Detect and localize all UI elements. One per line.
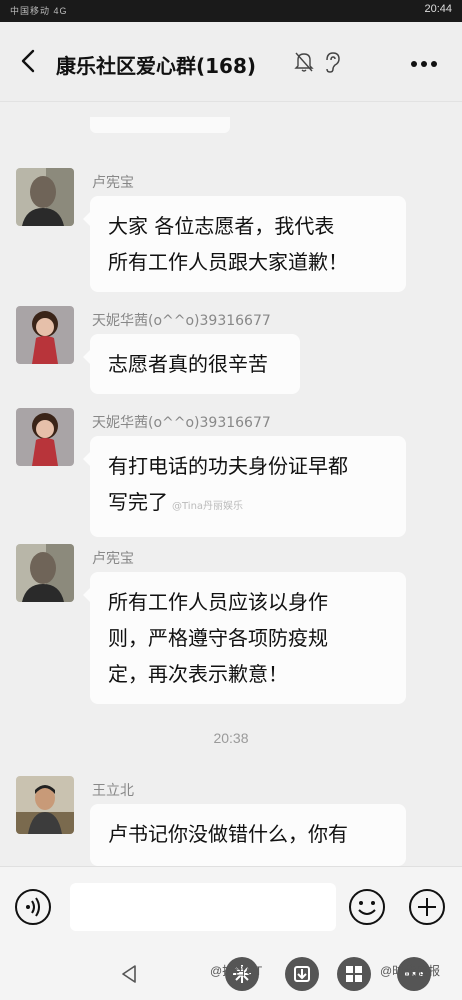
previous-message-fragment — [90, 117, 230, 133]
smile-icon[interactable] — [348, 888, 386, 926]
message-line: 卢书记你没做错什么，你有 — [108, 822, 348, 846]
message-line: 写完了 — [108, 490, 168, 514]
input-bar — [0, 866, 462, 948]
message-input[interactable] — [70, 883, 336, 931]
avatar[interactable] — [16, 408, 74, 466]
message-line: 则，严格遵守各项防疫规 — [108, 626, 328, 650]
chevron-left-icon[interactable] — [14, 46, 44, 76]
message-line: 志愿者真的很辛苦 — [108, 352, 268, 376]
message-bubble[interactable]: 志愿者真的很辛苦 — [83, 334, 300, 394]
message-bubble[interactable]: 所有工作人员应该以身作 则，严格遵守各项防疫规 定，再次表示歉意！ — [83, 572, 406, 704]
sender-name: 卢宪宝 — [92, 551, 134, 567]
sender-name: 天妮华茜(o^^o)39316677 — [92, 415, 271, 431]
avatar[interactable] — [16, 776, 74, 834]
status-bar: 中国移动 4G 20:44 — [0, 0, 462, 22]
carrier-text: 中国移动 4G — [10, 6, 68, 16]
grid-icon[interactable] — [336, 956, 372, 992]
avatar[interactable] — [16, 168, 74, 226]
message-line: 所有工作人员跟大家道歉！ — [108, 250, 348, 274]
avatar[interactable] — [16, 544, 74, 602]
more-horizontal-icon[interactable] — [410, 60, 438, 68]
chat-header: 康乐社区爱心群(168) — [0, 22, 462, 102]
triangle-back-icon[interactable] — [118, 963, 140, 985]
clock: 20:44 — [424, 3, 452, 15]
watermark-left: @拆台CT — [210, 964, 263, 978]
chat-screen: 康乐社区爱心群(168) 卢宪宝 大家 各位志愿者，我代表 所有工作人员跟大家道… — [0, 22, 462, 1000]
sender-name: 天妮华茜(o^^o)39316677 — [92, 313, 271, 329]
message-bubble[interactable]: 有打电话的功夫身份证早都 写完了 @Tina丹丽娱乐 — [83, 436, 406, 537]
bell-off-icon — [294, 52, 314, 72]
voice-icon[interactable] — [14, 888, 52, 926]
avatar[interactable] — [16, 306, 74, 364]
download-icon[interactable] — [284, 956, 320, 992]
message-bubble[interactable]: 大家 各位志愿者，我代表 所有工作人员跟大家道歉！ — [83, 196, 406, 292]
message-line: 大家 各位志愿者，我代表 — [108, 214, 335, 238]
ear-icon — [326, 52, 340, 73]
message-line: 有打电话的功夫身份证早都 — [108, 454, 348, 478]
message-bubble[interactable]: 卢书记你没做错什么，你有 — [90, 804, 406, 866]
sender-name: 卢宪宝 — [92, 175, 134, 191]
message-line: 所有工作人员应该以身作 — [108, 590, 328, 614]
message-line: 定，再次表示歉意！ — [108, 662, 288, 686]
page-title: 康乐社区爱心群(168) — [56, 54, 257, 78]
message-line-with-watermark: 写完了 @Tina丹丽娱乐 — [108, 484, 388, 525]
sender-name: 王立北 — [92, 783, 134, 799]
time-divider: 20:38 — [213, 730, 249, 746]
plus-circle-icon[interactable] — [408, 888, 446, 926]
inline-watermark: @Tina丹丽娱乐 — [172, 501, 244, 512]
watermark-right: @时代周报 — [380, 964, 441, 978]
